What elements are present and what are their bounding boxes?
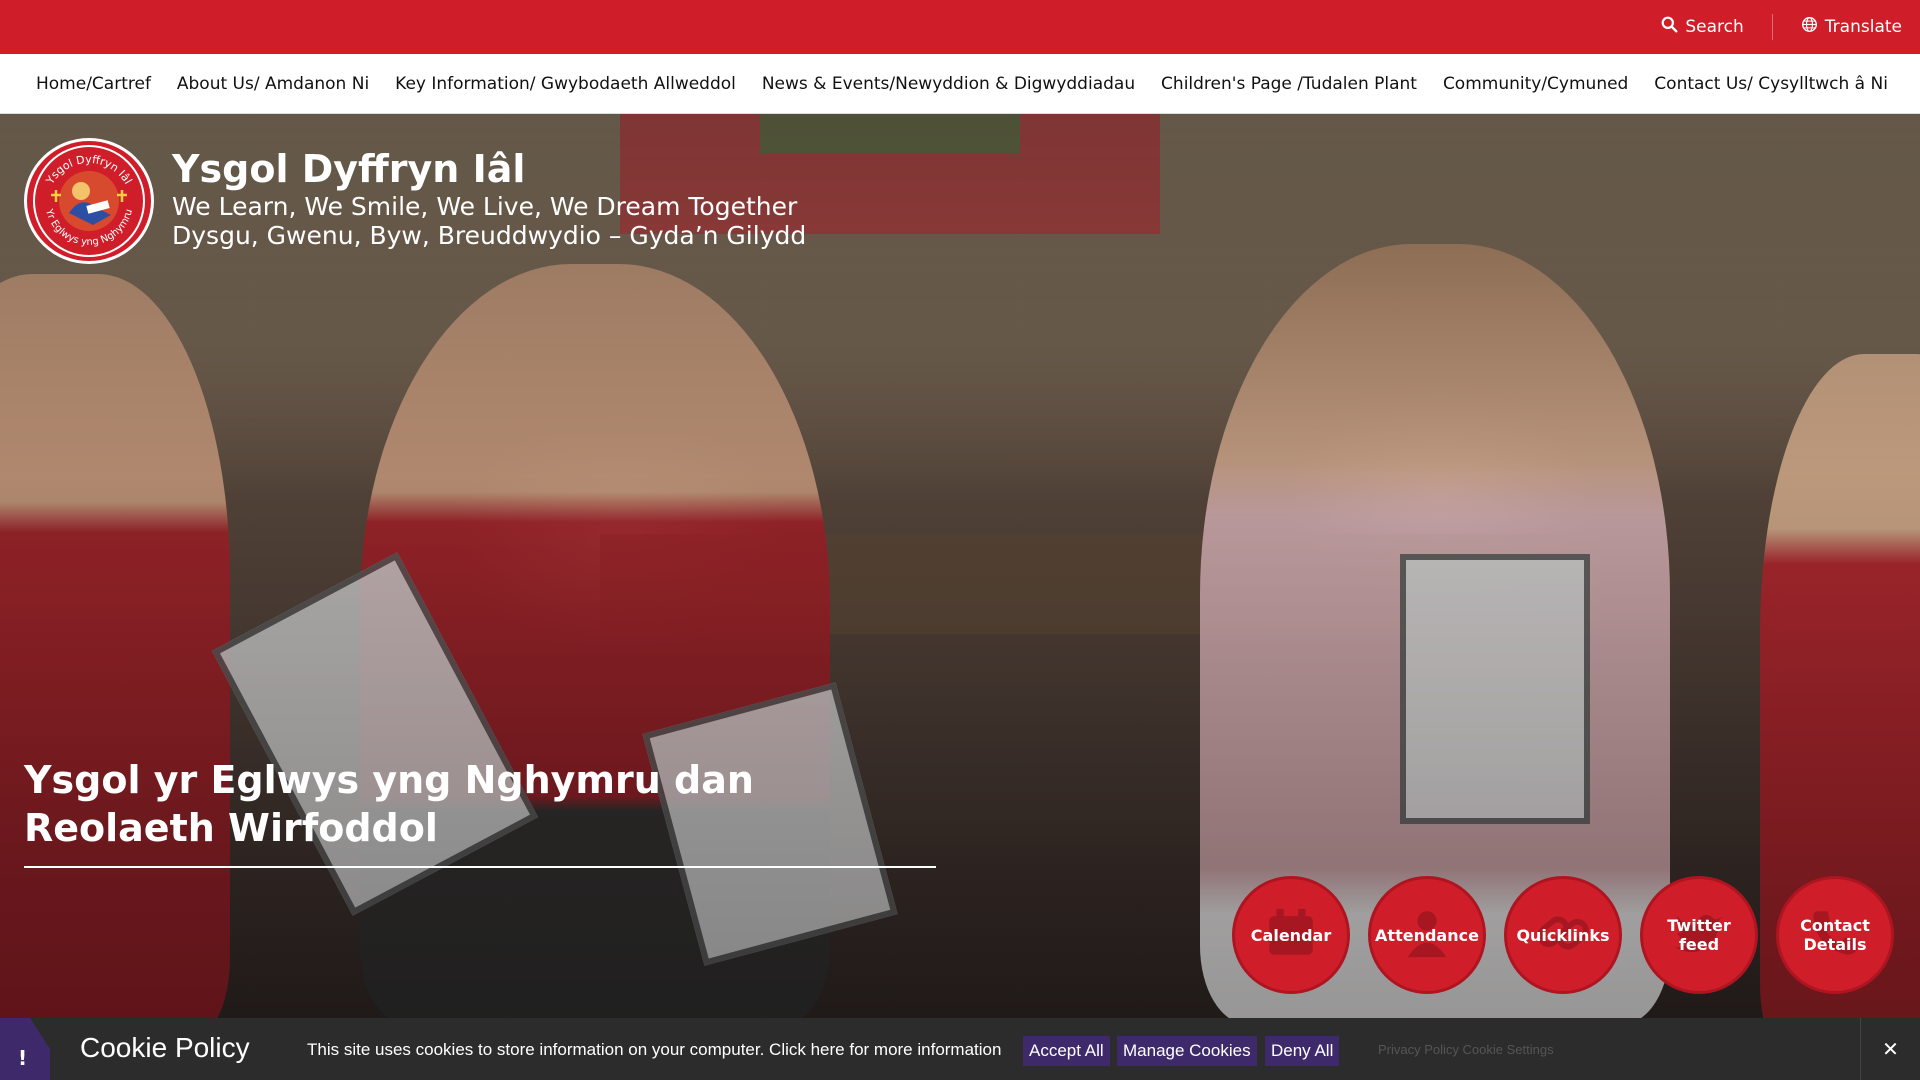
nav-item-about-us[interactable]: About Us/ Amdanon Ni [177,74,369,94]
cookie-secondary-links[interactable]: Privacy Policy Cookie Settings [1378,1042,1554,1057]
nav-item-contact-us[interactable]: Contact Us/ Cysylltwch â Ni [1654,74,1888,94]
hero-strapline: Ysgol yr Eglwys yng Nghymru dan Reolaeth… [24,756,936,868]
calendar-button[interactable]: Calendar [1232,876,1350,994]
main-navigation: Home/Cartref About Us/ Amdanon Ni Key In… [0,54,1920,114]
quicklinks-label: Quicklinks [1516,925,1610,945]
nav-item-news-events[interactable]: News & Events/Newyddion & Digwyddiadau [762,74,1135,94]
divider [1771,14,1773,40]
deny-all-button[interactable]: Deny All [1265,1036,1340,1066]
nav-item-key-information[interactable]: Key Information/ Gwybodaeth Allweddol [395,74,736,94]
twitter-feed-button[interactable]: Twitter feed [1640,876,1758,994]
site-branding: Ysgol Dyffryn Iâl We Learn, We Smile, We… [172,146,806,250]
search-label: Search [1685,17,1744,37]
globe-icon [1801,16,1818,38]
alert-icon[interactable]: ! [0,1018,50,1080]
translate-label: Translate [1824,17,1902,37]
accept-all-button[interactable]: Accept All [1023,1036,1110,1066]
nav-item-home[interactable]: Home/Cartref [36,74,151,94]
twitter-feed-label: Twitter feed [1667,916,1731,954]
nav-item-childrens-page[interactable]: Children's Page /Tudalen Plant [1161,74,1417,94]
manage-cookies-button[interactable]: Manage Cookies [1117,1036,1257,1066]
calendar-label: Calendar [1250,925,1332,945]
attendance-label: Attendance [1375,925,1479,945]
close-icon[interactable]: ✕ [1860,1018,1920,1080]
attendance-button[interactable]: Attendance [1368,876,1486,994]
school-name[interactable]: Ysgol Dyffryn Iâl [172,146,806,192]
contact-details-label: Contact Details [1800,916,1870,954]
quicklinks-button[interactable]: Quicklinks [1504,876,1622,994]
school-crest-icon: Ysgol Dyffryn Iâl Yr Eglwys yng Nghymru [33,145,145,257]
contact-details-button[interactable]: Contact Details [1776,876,1894,994]
search-icon [1661,16,1678,38]
motto-english: We Learn, We Smile, We Live, We Dream To… [172,192,798,221]
cookie-title: Cookie Policy [80,1032,250,1063]
top-utility-bar: Search Translate [0,0,1920,54]
cookie-info-link[interactable]: This site uses cookies to store informat… [307,1040,1001,1060]
heading-underline [24,866,936,868]
hero-heading: Ysgol yr Eglwys yng Nghymru dan Reolaeth… [24,758,754,850]
nav-item-community[interactable]: Community/Cymuned [1443,74,1628,94]
cookie-banner: ! Cookie Policy This site uses cookies t… [0,1018,1920,1080]
motto-welsh: Dysgu, Gwenu, Byw, Breuddwydio – Gyda’n … [172,221,807,250]
search-button[interactable]: Search [1661,16,1744,38]
school-logo[interactable]: Ysgol Dyffryn Iâl Yr Eglwys yng Nghymru [24,138,154,264]
quicklinks-bar: Calendar Attendance Quicklinks Twitter f… [1232,876,1894,994]
translate-button[interactable]: Translate [1801,16,1902,38]
